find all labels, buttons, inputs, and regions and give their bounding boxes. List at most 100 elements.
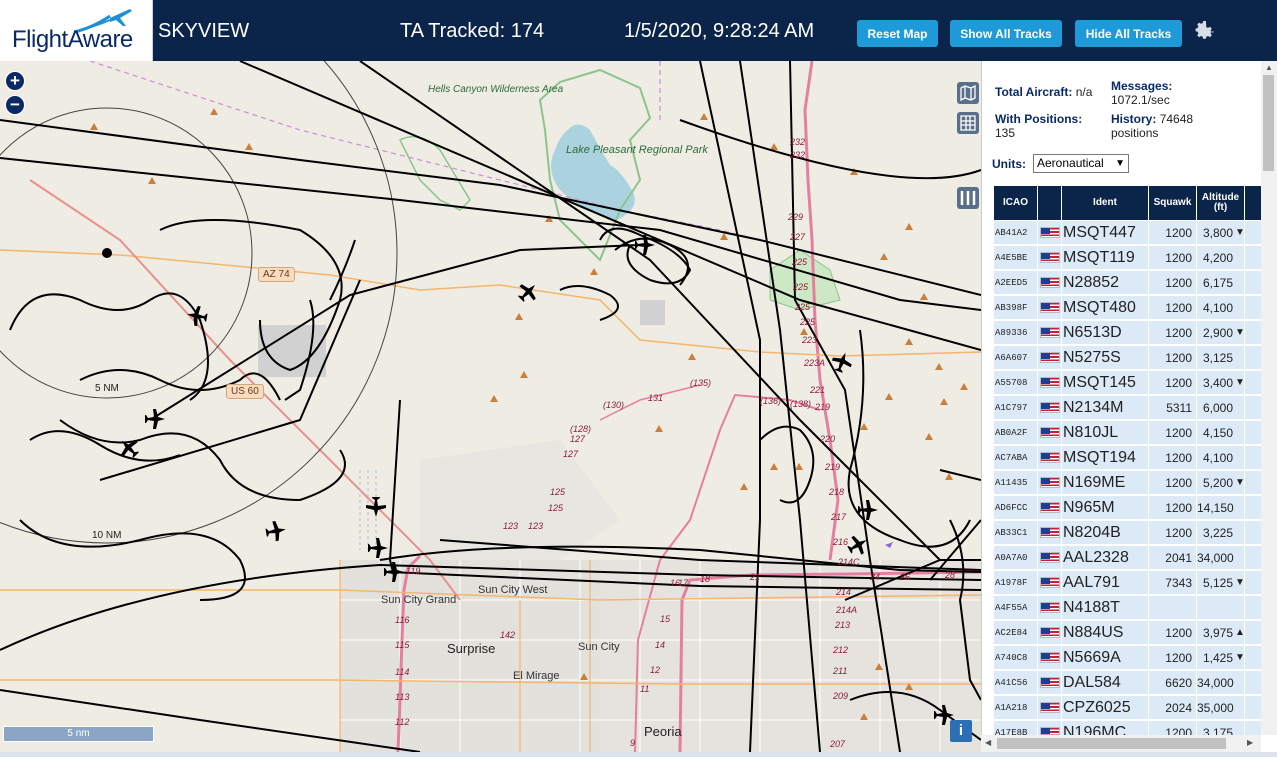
altitude-cell: 14,150	[1197, 496, 1245, 520]
flag-cell	[1038, 446, 1062, 470]
zoom-in-button[interactable]: +	[5, 71, 25, 91]
surprise-label: Surprise	[447, 641, 496, 656]
altitude-value: 4,150	[1202, 425, 1233, 440]
table-row[interactable]: AC2E84 N884US 1200 3,975 ▲	[994, 621, 1262, 645]
table-row[interactable]: AB0A2F N810JL 1200 4,150	[994, 421, 1262, 445]
table-row[interactable]: AB33C1 N8204B 1200 3,225	[994, 521, 1262, 545]
table-row[interactable]: A1978F AAL791 7343 5,125 ▼	[994, 571, 1262, 595]
us-flag-icon	[1039, 252, 1060, 263]
table-row[interactable]: A41C56 DAL584 6620 34,000	[994, 671, 1262, 695]
us-flag-icon	[1039, 277, 1060, 288]
altitude-value: 6,175	[1202, 275, 1233, 290]
svg-text:125: 125	[550, 487, 566, 497]
svg-text:209: 209	[832, 691, 848, 701]
show-all-tracks-button[interactable]: Show All Tracks	[950, 20, 1062, 47]
scroll-right-icon[interactable]: ▶	[1247, 738, 1253, 747]
squawk-cell: 1200	[1149, 221, 1197, 245]
svg-text:220: 220	[819, 434, 835, 444]
icao-cell: A1C797	[994, 396, 1038, 420]
table-row[interactable]: A4E5BE MSQT119 1200 4,200	[994, 246, 1262, 270]
svg-text:12: 12	[650, 665, 660, 675]
svg-text:216: 216	[832, 537, 848, 547]
map-layers-button[interactable]	[957, 82, 979, 104]
svg-text:24: 24	[869, 572, 880, 582]
table-row[interactable]: A4F55A N4188T	[994, 596, 1262, 620]
units-value: Aeronautical	[1037, 156, 1104, 170]
table-row[interactable]: AB41A2 MSQT447 1200 3,800 ▼	[994, 221, 1262, 245]
svg-text:214A: 214A	[835, 605, 857, 615]
svg-text:123: 123	[503, 521, 518, 531]
col-altitude[interactable]: Altitude (ft)	[1197, 186, 1245, 220]
map-view[interactable]: 232 232 229 227 225 225 225 225 223 223A 221 219 …	[0, 61, 981, 752]
flag-cell	[1038, 571, 1062, 595]
col-icao[interactable]: ICAO	[994, 186, 1038, 220]
table-row[interactable]: A2EED5 N28852 1200 6,175	[994, 271, 1262, 295]
us-flag-icon	[1039, 627, 1060, 638]
ident-cell: N884US	[1062, 621, 1149, 645]
horizontal-scroll-thumb[interactable]	[997, 738, 1226, 749]
table-row[interactable]: A6A607 N5275S 1200 3,125	[994, 346, 1262, 370]
az74-shield: AZ 74	[258, 267, 295, 282]
icao-cell: AC2E84	[994, 621, 1038, 645]
col-squawk[interactable]: Squawk	[1149, 186, 1197, 220]
grid-toggle-button[interactable]	[957, 112, 979, 134]
ident-cell: CPZ6025	[1062, 696, 1149, 720]
svg-text:28: 28	[944, 570, 955, 580]
horizontal-scrollbar[interactable]: ◀ ▶	[981, 735, 1261, 752]
extra-cell	[1245, 621, 1262, 645]
bottom-edge	[0, 752, 1277, 757]
ident-cell: MSQT194	[1062, 446, 1149, 470]
col-flag[interactable]	[1038, 186, 1062, 220]
reset-map-button[interactable]: Reset Map	[857, 20, 938, 47]
table-header: ICAO Ident Squawk Altitude (ft)	[994, 186, 1262, 220]
table-row[interactable]: A1C797 N2134M 5311 6,000	[994, 396, 1262, 420]
table-row[interactable]: A1A218 CPZ6025 2024 35,000	[994, 696, 1262, 720]
table-row[interactable]: A0A7A0 AAL2328 2041 34,000	[994, 546, 1262, 570]
vertical-scrollbar[interactable]: ▲	[1261, 61, 1277, 735]
altitude-cell: 1,425 ▼	[1197, 646, 1245, 670]
units-select[interactable]: Aeronautical ▼	[1033, 154, 1129, 173]
zoom-out-button[interactable]: −	[5, 95, 25, 115]
flag-cell	[1038, 471, 1062, 495]
scroll-left-icon[interactable]: ◀	[985, 738, 991, 747]
squawk-cell: 1200	[1149, 296, 1197, 320]
ident-cell: N28852	[1062, 271, 1149, 295]
squawk-cell: 1200	[1149, 421, 1197, 445]
col-ident[interactable]: Ident	[1062, 186, 1149, 220]
history-label: History:	[1111, 112, 1157, 126]
aircraft-table-body: AB41A2 MSQT447 1200 3,800 ▼ A4E5BE MSQT119 1200…	[994, 221, 1262, 737]
table-row[interactable]: AD6FCC N965M 1200 14,150	[994, 496, 1262, 520]
scroll-up-icon[interactable]: ▲	[1265, 63, 1273, 72]
hide-all-tracks-button[interactable]: Hide All Tracks	[1075, 20, 1182, 47]
squawk-cell: 7343	[1149, 571, 1197, 595]
table-row[interactable]: A11435 N169ME 1200 5,200 ▼	[994, 471, 1262, 495]
table-row[interactable]: A740C8 N5669A 1200 1,425 ▼	[994, 646, 1262, 670]
vertical-scroll-thumb[interactable]	[1263, 75, 1274, 171]
altitude-value: 3,400	[1202, 375, 1233, 390]
svg-text:127: 127	[570, 434, 586, 444]
altitude-value: 5,200	[1202, 475, 1233, 490]
extra-cell	[1245, 221, 1262, 245]
icao-cell: AD6FCC	[994, 496, 1038, 520]
sun-city-label: Sun City	[578, 641, 620, 653]
units-label: Units:	[992, 157, 1026, 171]
table-row[interactable]: AB398F MSQT480 1200 4,100	[994, 296, 1262, 320]
flag-cell	[1038, 296, 1062, 320]
extra-cell	[1245, 596, 1262, 620]
icao-cell: AC7ABA	[994, 446, 1038, 470]
columns-toggle-button[interactable]	[957, 187, 979, 209]
flightaware-logo[interactable]: FlightAware	[0, 0, 153, 61]
svg-text:119: 119	[406, 566, 420, 576]
info-button[interactable]: i	[950, 720, 972, 742]
altitude-cell: 34,000	[1197, 671, 1245, 695]
extra-cell	[1245, 296, 1262, 320]
altitude-value: 4,100	[1202, 300, 1233, 315]
table-row[interactable]: AC7ABA MSQT194 1200 4,100	[994, 446, 1262, 470]
gear-icon[interactable]	[1192, 18, 1216, 42]
total-aircraft-value: n/a	[1075, 85, 1093, 99]
extra-cell	[1245, 396, 1262, 420]
table-row[interactable]: A55708 MSQT145 1200 3,400 ▼	[994, 371, 1262, 395]
altitude-value: 34,000	[1197, 550, 1234, 565]
table-row[interactable]: A89336 N6513D 1200 2,900 ▼	[994, 321, 1262, 345]
icao-cell: A41C56	[994, 671, 1038, 695]
